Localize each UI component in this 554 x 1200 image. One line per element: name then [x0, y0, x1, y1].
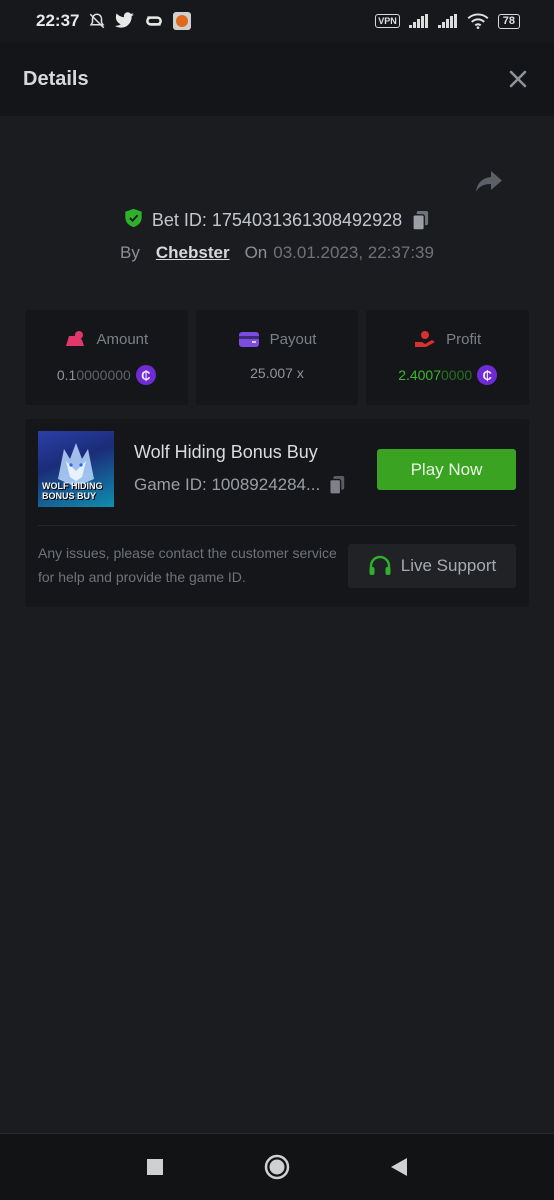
amount-value: 0.10000000 ₵ [57, 365, 156, 385]
thumbnail-caption-line2: BONUS BUY ...... [42, 491, 96, 507]
copy-icon [412, 210, 429, 231]
status-bar-right: VPN 78 [375, 13, 520, 29]
support-help-text: Any issues, please contact the customer … [38, 545, 337, 585]
game-thumbnail[interactable]: WOLF HIDING BONUS BUY ...... [38, 431, 114, 507]
by-label: By [120, 243, 140, 262]
payout-card: Payout 25.007 x [195, 310, 359, 405]
profit-hand-icon [415, 331, 436, 347]
back-button[interactable] [384, 1152, 414, 1182]
details-header: Details [0, 42, 554, 116]
bet-author-row: By Chebster On 03.01.2023, 22:37:39 [0, 240, 554, 266]
coin-icon: ₵ [477, 365, 498, 385]
close-icon [509, 70, 527, 88]
vpn-badge: VPN [375, 14, 400, 28]
amount-value-main: 0.1 [56, 367, 77, 383]
bet-stats: Amount 0.10000000 ₵ Payout 25.007 x Prof… [25, 310, 530, 405]
play-now-button[interactable]: Play Now [377, 449, 516, 490]
wifi-icon [467, 13, 489, 29]
game-id-row: Game ID: 1008924284... [134, 475, 346, 495]
live-support-button[interactable]: Live Support [348, 544, 516, 588]
copy-icon [329, 476, 345, 495]
signal-icon [408, 14, 429, 28]
system-nav-bar [0, 1133, 554, 1200]
app-badge-icon [173, 12, 192, 30]
home-circle-icon [264, 1154, 290, 1180]
amount-label: Amount [96, 330, 149, 348]
amount-card: Amount 0.10000000 ₵ [25, 310, 188, 405]
profit-card: Profit 2.40070000 ₵ [366, 310, 530, 405]
battery-indicator: 78 [497, 13, 520, 29]
home-button[interactable] [262, 1152, 292, 1182]
game-name: Wolf Hiding Bonus Buy [134, 442, 318, 462]
status-bar: 22:37 VPN 78 [0, 0, 554, 42]
bell-off-icon [88, 12, 106, 30]
headset-icon [369, 555, 391, 575]
profit-value-main: 2.4007 [398, 367, 442, 383]
coin-icon: ₵ [135, 365, 156, 385]
payout-value: 25.007 x [250, 365, 304, 381]
live-support-label: Live Support [400, 556, 497, 575]
recents-button[interactable] [140, 1152, 170, 1182]
signal-icon [437, 14, 458, 28]
share-button[interactable] [474, 168, 504, 196]
page-title: Details [23, 67, 89, 90]
app-icon [144, 12, 164, 30]
twitter-icon [115, 12, 135, 30]
amount-value-dim: 0000000 [76, 367, 131, 383]
on-label: On [244, 243, 268, 262]
profit-value-dim: 0000 [441, 367, 473, 383]
payout-label: Payout [269, 330, 317, 348]
username-link[interactable]: Chebster [156, 243, 230, 263]
bet-id: Bet ID: 1754031361308492928 [151, 209, 403, 230]
bet-datetime: 03.01.2023, 22:37:39 [273, 243, 434, 262]
clock: 22:37 [36, 11, 80, 30]
bet-id-row: Bet ID: 1754031361308492928 [0, 205, 554, 235]
profit-label: Profit [446, 330, 482, 348]
divider [38, 525, 516, 526]
game-panel: WOLF HIDING BONUS BUY ...... Wolf Hiding… [25, 419, 529, 607]
status-bar-left: 22:37 [36, 11, 192, 31]
profit-value: 2.40070000 ₵ [398, 365, 498, 385]
shield-check-icon [124, 208, 143, 233]
wallet-icon [238, 332, 259, 347]
square-icon [147, 1159, 163, 1175]
thumbnail-caption-line1: WOLF HIDING [42, 481, 103, 491]
copy-bet-id-button[interactable] [411, 210, 430, 231]
back-triangle-icon [391, 1158, 407, 1176]
game-id: Game ID: 1008924284... [134, 475, 321, 494]
share-icon [476, 171, 502, 192]
thumbnail-caption: WOLF HIDING BONUS BUY ...... [42, 481, 112, 507]
copy-game-id-button[interactable] [328, 475, 346, 495]
money-bag-icon [66, 331, 85, 346]
close-button[interactable] [504, 65, 532, 93]
